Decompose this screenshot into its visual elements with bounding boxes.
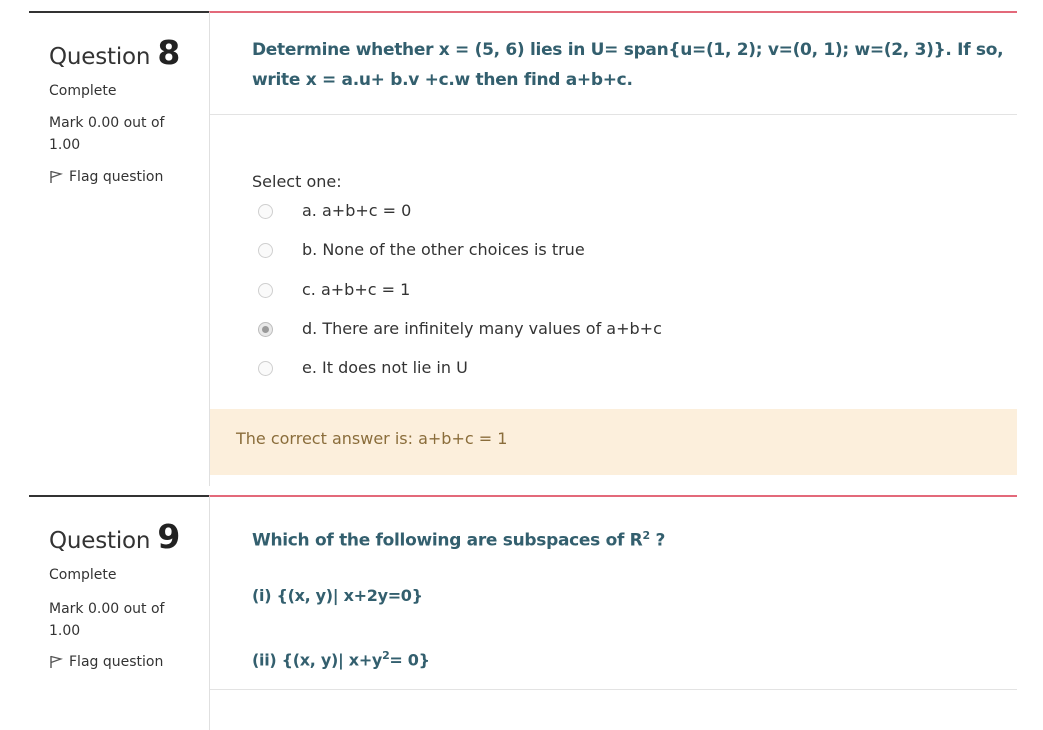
subspace-item-2-text: (ii) {(x, y)| x+y <box>252 650 383 670</box>
question-text-main: Which of the following are subspaces of … <box>252 530 643 551</box>
radio-button[interactable] <box>258 361 273 376</box>
answer-option-d[interactable]: d. There are infinitely many values of a… <box>258 319 662 338</box>
question-text-superscript: 2 <box>642 529 650 542</box>
question-9: Question 9 Complete Mark 0.00 out of 1.0… <box>0 495 1043 730</box>
question-text-line: Determine whether x = (5, 6) lies in U= … <box>252 40 1004 60</box>
question-content: Determine whether x = (5, 6) lies in U= … <box>209 11 1017 486</box>
answer-option-label: b. None of the other choices is true <box>302 240 585 259</box>
question-8: Question 8 Complete Mark 0.00 out of 1.0… <box>0 11 1043 486</box>
radio-button[interactable] <box>258 283 273 298</box>
question-number-value: 9 <box>157 517 181 556</box>
radio-button[interactable] <box>258 204 273 219</box>
answer-option-label: d. There are infinitely many values of a… <box>302 319 662 338</box>
question-label: Question <box>49 528 151 554</box>
question-content: Which of the following are subspaces of … <box>209 495 1017 730</box>
question-info: Question 9 Complete Mark 0.00 out of 1.0… <box>29 495 209 730</box>
question-text-end: ? <box>649 530 666 551</box>
question-state: Complete <box>49 83 117 99</box>
divider <box>210 114 1017 115</box>
answer-option-label: e. It does not lie in U <box>302 358 468 377</box>
flag-question-label: Flag question <box>69 169 164 185</box>
flag-question-link[interactable]: Flag question <box>49 654 163 670</box>
question-number-value: 8 <box>157 33 181 72</box>
flag-question-label: Flag question <box>69 654 164 670</box>
flag-icon <box>49 170 63 184</box>
question-text: Which of the following are subspaces of … <box>252 521 665 556</box>
radio-button-selected[interactable] <box>258 322 273 337</box>
answer-option-label: a. a+b+c = 0 <box>302 201 412 220</box>
divider <box>210 689 1017 690</box>
question-state: Complete <box>49 567 117 583</box>
answer-option-b[interactable]: b. None of the other choices is true <box>258 240 585 259</box>
question-grade: Mark 0.00 out of 1.00 <box>49 601 165 639</box>
question-grade: Mark 0.00 out of 1.00 <box>49 115 165 153</box>
answer-option-label: c. a+b+c = 1 <box>302 280 411 299</box>
question-text-line: write x = a.u+ b.v +c.w then find a+b+c. <box>252 70 633 90</box>
correct-answer-text: The correct answer is: a+b+c = 1 <box>236 429 508 448</box>
question-label: Question <box>49 44 151 70</box>
subspace-item-2-end: = 0} <box>389 650 430 670</box>
subspace-item-1: (i) {(x, y)| x+2y=0} <box>252 586 423 605</box>
subspace-item-2: (ii) {(x, y)| x+y2= 0} <box>252 641 430 675</box>
correct-answer-feedback: The correct answer is: a+b+c = 1 <box>210 409 1017 475</box>
answer-option-a[interactable]: a. a+b+c = 0 <box>258 201 411 220</box>
radio-button[interactable] <box>258 243 273 258</box>
question-info: Question 8 Complete Mark 0.00 out of 1.0… <box>29 11 209 486</box>
question-number: Question 9 <box>49 517 180 556</box>
flag-question-link[interactable]: Flag question <box>49 169 163 185</box>
flag-icon <box>49 655 63 669</box>
select-one-prompt: Select one: <box>252 172 342 191</box>
answer-option-e[interactable]: e. It does not lie in U <box>258 358 468 377</box>
question-text: Determine whether x = (5, 6) lies in U= … <box>252 35 1004 95</box>
answer-option-c[interactable]: c. a+b+c = 1 <box>258 280 410 299</box>
question-number: Question 8 <box>49 33 180 72</box>
